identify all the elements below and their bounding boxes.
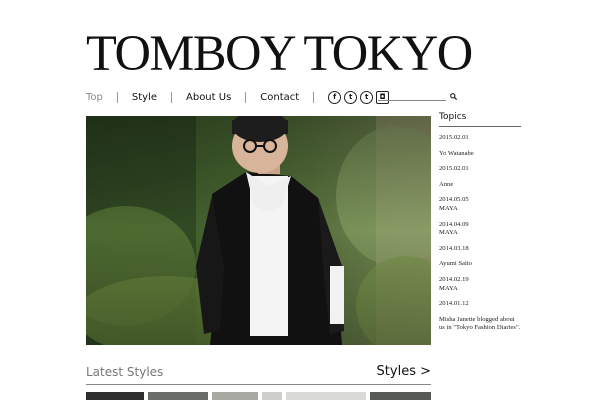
- style-thumbnail[interactable]: [286, 392, 366, 400]
- topic-date: 2014.02.19: [439, 275, 469, 283]
- topic-title: Misha Janette blogged about us in "Tokyo…: [439, 315, 521, 332]
- nav-item-style[interactable]: Style: [132, 92, 157, 103]
- style-thumbnail[interactable]: [212, 392, 258, 400]
- search-input[interactable]: [378, 93, 446, 101]
- topics-heading: Topics: [439, 112, 521, 127]
- nav-divider: [116, 91, 118, 103]
- topics-sidebar: Topics 2015.02.01 Yo Watanabe 2015.02.01…: [439, 112, 521, 333]
- site-logo[interactable]: TOMBOY TOKYO: [86, 28, 496, 80]
- main-nav: Top Style About Us Contact f t t ◘: [86, 88, 390, 106]
- topic-title: MAYA: [439, 229, 458, 237]
- nav-item-top[interactable]: Top: [86, 92, 103, 103]
- latest-styles-title: Latest Styles: [86, 365, 164, 379]
- topic-item[interactable]: 2015.02.01 Anne: [439, 165, 521, 189]
- tumblr-icon[interactable]: t: [360, 90, 374, 104]
- nav-divider: [245, 91, 247, 103]
- style-thumbnail[interactable]: [262, 392, 282, 400]
- topic-item[interactable]: 2014.01.12 Misha Janette blogged about u…: [439, 300, 521, 333]
- topic-item[interactable]: 2014.02.19 MAYA: [439, 276, 521, 293]
- nav-item-about-us[interactable]: About Us: [186, 92, 231, 103]
- topic-title: MAYA: [439, 204, 458, 212]
- topic-date: 2014.04.09: [439, 220, 469, 228]
- topic-title: MAYA: [439, 284, 458, 292]
- nav-divider: [171, 91, 172, 103]
- topic-item[interactable]: 2014.03.18 Ayumi Saito: [439, 245, 521, 269]
- nav-item-contact[interactable]: Contact: [260, 92, 299, 103]
- hero-image[interactable]: [86, 116, 431, 345]
- topic-title: Anne: [439, 180, 454, 188]
- nav-divider: [313, 91, 315, 103]
- hero-photo: [86, 116, 431, 345]
- topic-item[interactable]: 2015.02.01 Yo Watanabe: [439, 134, 521, 158]
- topic-date: 2014.01.12: [439, 300, 469, 308]
- topic-date: 2014.05.05: [439, 196, 469, 204]
- topic-title: Yo Watanabe: [439, 149, 474, 157]
- style-thumbnail[interactable]: [148, 392, 208, 400]
- topic-item[interactable]: 2014.05.05 MAYA: [439, 196, 521, 213]
- site-title: TOMBOY TOKYO: [86, 26, 473, 82]
- topic-date: 2015.02.01: [439, 165, 469, 173]
- styles-thumbnail-strip: [86, 392, 431, 400]
- topic-title: Ayumi Saito: [439, 260, 472, 268]
- search-icon[interactable]: [450, 93, 457, 100]
- topic-date: 2015.02.01: [439, 134, 469, 141]
- facebook-icon[interactable]: f: [328, 90, 342, 104]
- topic-date: 2014.03.18: [439, 244, 469, 252]
- latest-styles-header: Latest Styles Styles >: [86, 364, 431, 385]
- topic-item[interactable]: 2014.04.09 MAYA: [439, 221, 521, 238]
- style-thumbnail[interactable]: [86, 392, 144, 400]
- styles-link[interactable]: Styles >: [377, 364, 431, 379]
- twitter-icon[interactable]: t: [344, 90, 358, 104]
- style-thumbnail[interactable]: [370, 392, 431, 400]
